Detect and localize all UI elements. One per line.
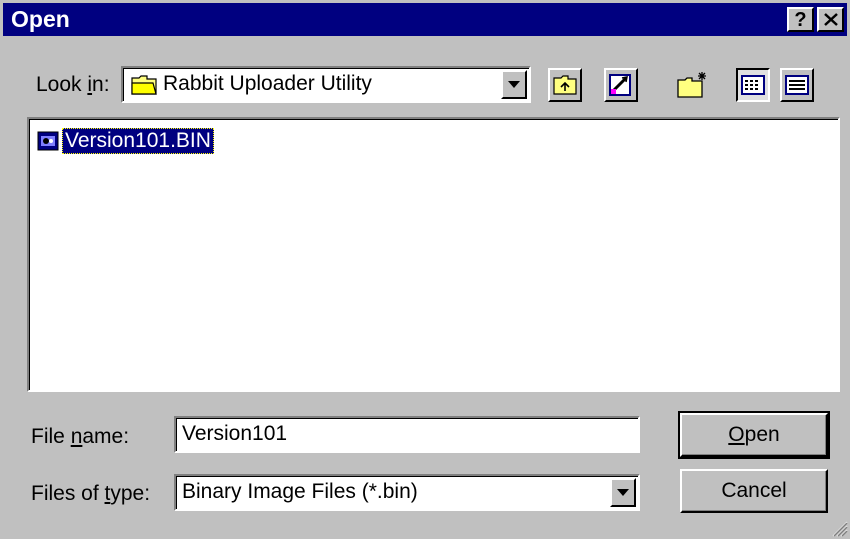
folder-icon bbox=[131, 75, 157, 95]
file-type-label: Files of type: bbox=[31, 482, 151, 505]
resize-grip-icon[interactable] bbox=[828, 517, 848, 537]
chevron-down-icon bbox=[617, 489, 629, 496]
shortcut-icon bbox=[609, 74, 631, 96]
close-button[interactable] bbox=[817, 7, 844, 32]
details-view-icon bbox=[785, 75, 809, 95]
details-view-button[interactable] bbox=[780, 68, 814, 102]
help-button[interactable]: ? bbox=[787, 7, 814, 32]
open-dialog: Open ? Look in: Rabbit Uploader Utility bbox=[0, 0, 850, 539]
new-folder-icon bbox=[677, 72, 706, 98]
look-in-value: Rabbit Uploader Utility bbox=[163, 72, 372, 95]
list-item[interactable]: Version101.BIN bbox=[37, 127, 214, 155]
look-in-label: Look in: bbox=[36, 73, 110, 96]
file-type-value: Binary Image Files (*.bin) bbox=[182, 480, 418, 503]
create-shortcut-button[interactable] bbox=[604, 68, 638, 102]
dialog-title: Open bbox=[11, 6, 70, 32]
list-view-button[interactable] bbox=[736, 68, 770, 102]
cancel-button[interactable]: Cancel bbox=[680, 469, 828, 513]
file-name-label: Version101.BIN bbox=[62, 128, 214, 154]
file-name-label: File name: bbox=[31, 425, 130, 448]
title-bar[interactable]: Open ? bbox=[3, 3, 847, 36]
file-name-value: Version101 bbox=[182, 422, 288, 445]
close-icon bbox=[823, 13, 838, 26]
list-view-icon bbox=[741, 75, 765, 95]
binary-file-icon bbox=[37, 131, 59, 151]
look-in-dropdown-button[interactable] bbox=[501, 70, 527, 99]
look-in-combo[interactable]: Rabbit Uploader Utility bbox=[121, 66, 531, 103]
new-folder-button[interactable] bbox=[676, 68, 710, 102]
up-one-level-button[interactable] bbox=[548, 68, 582, 102]
file-type-dropdown-button[interactable] bbox=[610, 478, 636, 507]
file-type-select[interactable]: Binary Image Files (*.bin) bbox=[174, 474, 640, 511]
open-button[interactable]: Open bbox=[678, 411, 830, 459]
file-name-input[interactable]: Version101 bbox=[174, 416, 640, 453]
up-folder-icon bbox=[553, 75, 577, 95]
chevron-down-icon bbox=[508, 81, 520, 88]
file-list[interactable]: Version101.BIN bbox=[27, 117, 840, 392]
